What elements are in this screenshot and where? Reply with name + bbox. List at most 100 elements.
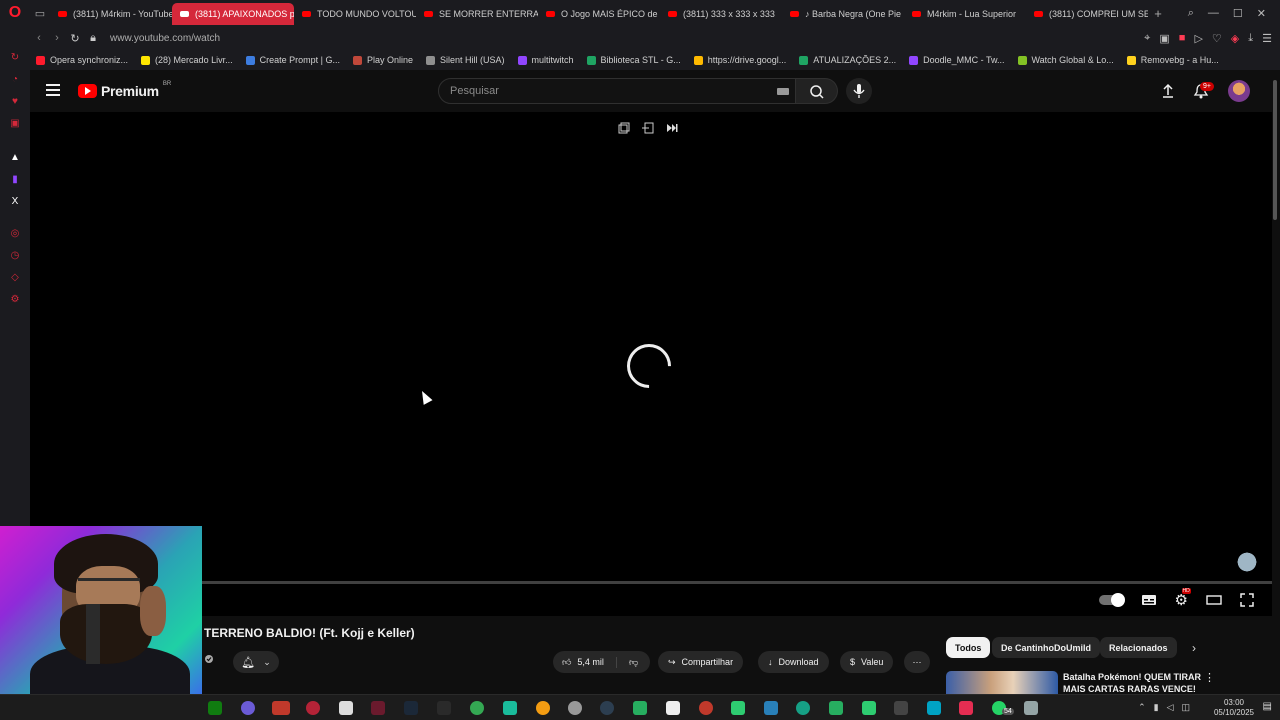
- browser-tab[interactable]: (3811) 333 x 333 x 333: [660, 3, 782, 25]
- browser-tab[interactable]: O Jogo MAIS ÉPICO de: [538, 3, 660, 25]
- app-taskbar-icon[interactable]: [536, 701, 550, 715]
- subscribed-button[interactable]: 🔔︎ ⌄: [233, 651, 279, 673]
- bookmark-item[interactable]: Removebg - a Hu...: [1126, 55, 1219, 65]
- epic-taskbar-icon[interactable]: [437, 701, 451, 715]
- close-icon[interactable]: ✕: [1257, 7, 1266, 20]
- back-icon[interactable]: ‹: [30, 32, 48, 44]
- music-icon[interactable]: ♥: [9, 96, 21, 108]
- app-taskbar-icon[interactable]: [699, 701, 713, 715]
- channel-watermark-icon[interactable]: [1232, 548, 1262, 576]
- taskbar-clock[interactable]: 03:00 05/10/2025: [1214, 698, 1254, 718]
- voice-search-button[interactable]: [846, 78, 872, 104]
- messenger-icon[interactable]: ◔: [9, 74, 21, 86]
- app-taskbar-icon[interactable]: [731, 701, 745, 715]
- bookmark-item[interactable]: Silent Hill (USA): [425, 55, 505, 65]
- x-sidebar-icon[interactable]: X: [9, 196, 21, 208]
- more-actions-button[interactable]: ⋯: [904, 651, 930, 673]
- chrome-taskbar-icon[interactable]: [470, 701, 484, 715]
- app-taskbar-icon[interactable]: [764, 701, 778, 715]
- app-taskbar-icon[interactable]: [1024, 701, 1038, 715]
- fullscreen-icon[interactable]: [1240, 593, 1254, 607]
- app-taskbar-icon[interactable]: [568, 701, 582, 715]
- settings-button[interactable]: ⚙ HD: [1175, 587, 1191, 610]
- capcut-taskbar-icon[interactable]: [339, 701, 353, 715]
- thumbs-down-icon[interactable]: 👎︎: [623, 657, 638, 668]
- bookmark-item[interactable]: https://drive.googl...: [693, 55, 786, 65]
- search-tabs-icon[interactable]: ⌕: [1188, 7, 1194, 20]
- ai-assistant-icon[interactable]: ↻: [9, 52, 21, 64]
- maximize-icon[interactable]: ☐: [1233, 7, 1243, 20]
- chevron-right-icon[interactable]: ›: [1192, 641, 1196, 655]
- recommended-title[interactable]: Batalha Pokémon! QUEM TIRAR MAIS CARTAS …: [1063, 671, 1203, 694]
- gx-corner-icon[interactable]: ▣: [9, 118, 21, 130]
- miniplayer-icon[interactable]: [618, 122, 630, 134]
- tiktok-taskbar-icon[interactable]: [959, 701, 973, 715]
- snapshot-icon[interactable]: ▣: [1159, 32, 1169, 45]
- twitch-sidebar-icon[interactable]: ▮: [9, 174, 21, 186]
- app-taskbar-icon[interactable]: [796, 701, 810, 715]
- bookmark-item[interactable]: Watch Global & Lo...: [1017, 55, 1114, 65]
- like-button[interactable]: 👍︎ 5,4 mil: [553, 656, 617, 668]
- keyboard-icon[interactable]: [777, 88, 789, 95]
- opera-logo-icon[interactable]: O: [0, 0, 30, 26]
- volume-icon[interactable]: ◁: [1167, 702, 1174, 713]
- settings-sidebar-icon[interactable]: ⚙: [9, 294, 21, 306]
- heart-icon[interactable]: ♡: [1212, 32, 1222, 45]
- app-taskbar-icon[interactable]: [894, 701, 908, 715]
- discord-taskbar-icon[interactable]: [241, 701, 255, 715]
- obs-taskbar-icon[interactable]: [600, 701, 614, 715]
- mic-tray-icon[interactable]: ▮: [1154, 702, 1159, 713]
- app-taskbar-icon[interactable]: [503, 701, 517, 715]
- browser-tab[interactable]: SE MORRER ENTERRA: [416, 3, 538, 25]
- app-taskbar-icon[interactable]: [862, 701, 876, 715]
- app-taskbar-icon[interactable]: [829, 701, 843, 715]
- browser-tab[interactable]: TODO MUNDO VOLTOU: [294, 3, 416, 25]
- app-taskbar-icon[interactable]: [927, 701, 941, 715]
- tab-menu-icon[interactable]: ▭: [30, 0, 50, 26]
- bookmark-item[interactable]: (28) Mercado Livr...: [141, 55, 233, 65]
- player-icon[interactable]: ▷: [1194, 32, 1202, 45]
- browser-tab[interactable]: (3811) COMPREI UM SE: [1026, 3, 1148, 25]
- recommended-thumbnail[interactable]: [946, 671, 1058, 694]
- history-icon[interactable]: ◷: [9, 250, 21, 262]
- browser-tab[interactable]: (3811) M4rkim - YouTube: [50, 3, 172, 25]
- xbox-taskbar-icon[interactable]: [208, 701, 222, 715]
- app-taskbar-icon[interactable]: [666, 701, 680, 715]
- tray-chevron-icon[interactable]: ⌃: [1138, 702, 1146, 713]
- bookmark-item[interactable]: Play Online: [352, 55, 413, 65]
- search-input[interactable]: Pesquisar: [438, 78, 796, 104]
- browser-tab[interactable]: ♪ Barba Negra (One Pie: [782, 3, 904, 25]
- download-icon[interactable]: ⤓: [1248, 32, 1253, 45]
- adblock-icon[interactable]: ■: [1179, 32, 1186, 44]
- chip-related[interactable]: Relacionados: [1100, 637, 1177, 658]
- recommended-more-icon[interactable]: ⋮: [1204, 671, 1215, 684]
- progress-bar[interactable]: [30, 581, 1272, 584]
- autoplay-toggle[interactable]: [1098, 593, 1125, 607]
- chip-todos[interactable]: Todos: [946, 637, 991, 658]
- player-sidebar-icon[interactable]: ◎: [9, 228, 21, 240]
- share-button[interactable]: ↪ Compartilhar: [658, 651, 744, 673]
- upload-icon[interactable]: [1161, 83, 1175, 99]
- exit-icon[interactable]: [642, 122, 654, 134]
- bookmark-item[interactable]: multitwitch: [517, 55, 574, 65]
- search-button[interactable]: [796, 78, 838, 104]
- menu-icon[interactable]: [46, 84, 60, 99]
- opera-taskbar-icon[interactable]: [306, 701, 320, 715]
- video-player[interactable]: ⚙ HD: [30, 112, 1272, 616]
- valorant-taskbar-icon[interactable]: [371, 701, 385, 715]
- bookmark-item[interactable]: Doodle_MMC - Tw...: [909, 55, 1005, 65]
- bookmark-item[interactable]: Create Prompt | G...: [245, 55, 340, 65]
- browser-tab-active[interactable]: (3811) APAIXONADOS po: [172, 3, 294, 25]
- theater-mode-icon[interactable]: [1206, 594, 1222, 606]
- bookmark-item[interactable]: ATUALIZAÇÕES 2...: [799, 55, 896, 65]
- pin-icon[interactable]: ⌖: [1144, 32, 1150, 45]
- network-icon[interactable]: ◫: [1181, 702, 1190, 713]
- pinboard-icon[interactable]: ◇: [9, 272, 21, 284]
- youtube-premium-logo[interactable]: Premium BR: [78, 81, 171, 99]
- download-button[interactable]: ↓ Download: [758, 651, 829, 673]
- bookmark-item[interactable]: Opera synchroniz...: [36, 55, 128, 65]
- steam-taskbar-icon[interactable]: [404, 701, 418, 715]
- vpn-icon[interactable]: ◈: [1231, 32, 1239, 45]
- url-field[interactable]: www.youtube.com/watch: [110, 33, 220, 44]
- minimize-icon[interactable]: —: [1208, 7, 1219, 19]
